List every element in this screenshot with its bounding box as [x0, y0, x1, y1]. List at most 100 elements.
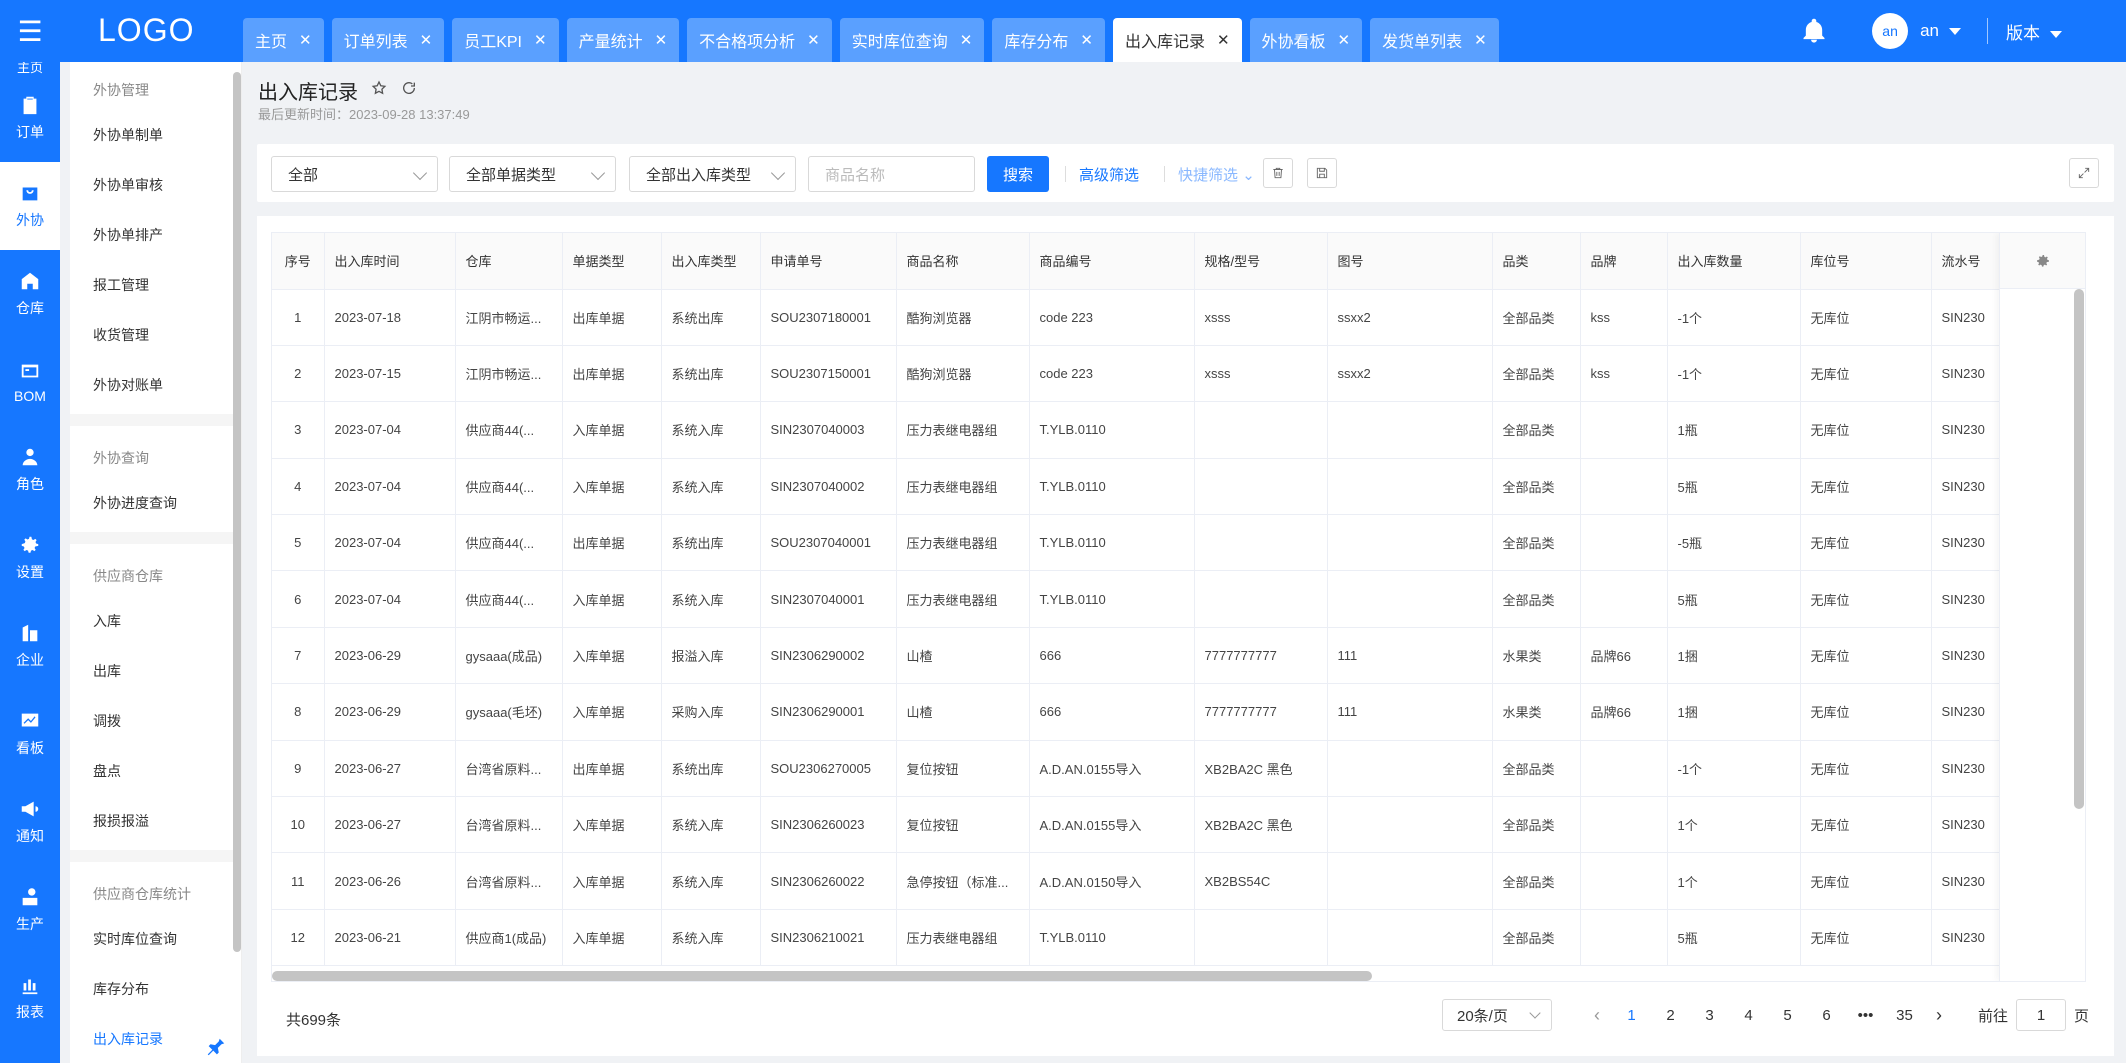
page-number[interactable]: 2: [1651, 1007, 1690, 1024]
close-icon[interactable]: ✕: [534, 31, 547, 49]
submenu-item[interactable]: 外协单审核: [70, 160, 241, 210]
submenu-scrollbar[interactable]: [233, 72, 241, 952]
submenu-item[interactable]: 外协对账单: [70, 360, 241, 410]
page-number[interactable]: 5: [1768, 1007, 1807, 1024]
column-header[interactable]: 品类: [1492, 233, 1581, 290]
column-header[interactable]: 出入库类型: [661, 233, 761, 290]
advanced-filter-link[interactable]: 高级筛选: [1079, 164, 1139, 185]
star-icon[interactable]: [371, 80, 387, 96]
table-row[interactable]: 1 2023-07-18 江阴市畅运... 出库单据 系统出库 SOU2307180001…: [272, 289, 2085, 346]
close-icon[interactable]: ✕: [1080, 31, 1093, 49]
tab[interactable]: 出入库记录 ✕: [1112, 18, 1242, 62]
version-menu[interactable]: 版本: [2006, 19, 2062, 44]
column-header[interactable]: 仓库: [455, 233, 563, 290]
column-header[interactable]: 出入库时间: [324, 233, 456, 290]
rail-item[interactable]: 外协: [0, 162, 60, 250]
tab[interactable]: 主页 ✕: [243, 18, 324, 62]
submenu-item[interactable]: 调拨: [70, 696, 241, 746]
column-header[interactable]: 单据类型: [562, 233, 662, 290]
table-row[interactable]: 8 2023-06-29 gysaaa(毛坯) 入库单据 采购入库 SIN23062900…: [272, 683, 2085, 741]
goto-page-input[interactable]: 1: [2016, 999, 2067, 1031]
quick-filter-link[interactable]: 快捷筛选 ⌄: [1178, 164, 1255, 185]
submenu-item[interactable]: 入库: [70, 596, 241, 646]
table-row[interactable]: 3 2023-07-04 供应商44(... 入库单据 系统入库 SIN230704000…: [272, 401, 2085, 459]
submenu-item[interactable]: 出库: [70, 646, 241, 696]
submenu-item[interactable]: 报工管理: [70, 260, 241, 310]
delete-filter-button[interactable]: [1263, 158, 1293, 188]
table-row[interactable]: 2 2023-07-15 江阴市畅运... 出库单据 系统出库 SOU2307150001…: [272, 345, 2085, 403]
submenu-item[interactable]: 外协进度查询: [70, 478, 241, 528]
submenu-item[interactable]: 库存分布: [70, 964, 241, 1014]
menu-toggle-icon[interactable]: ☰: [0, 0, 60, 62]
avatar[interactable]: an: [1872, 13, 1909, 49]
close-icon[interactable]: ✕: [1474, 31, 1487, 49]
page-number[interactable]: 6: [1807, 1007, 1846, 1024]
vertical-scrollbar[interactable]: [2074, 289, 2084, 809]
tab[interactable]: 产量统计 ✕: [566, 18, 680, 62]
tab[interactable]: 订单列表 ✕: [331, 18, 445, 62]
rail-item[interactable]: 仓库: [0, 250, 60, 338]
tab[interactable]: 员工KPI ✕: [452, 18, 559, 62]
product-name-input[interactable]: 商品名称: [808, 156, 975, 192]
next-page-button[interactable]: ›: [1924, 1005, 1954, 1026]
tab[interactable]: 实时库位查询 ✕: [839, 18, 985, 62]
column-header[interactable]: 出入库数量: [1667, 233, 1801, 290]
column-header[interactable]: 规格/型号: [1194, 233, 1328, 290]
close-icon[interactable]: ✕: [1217, 31, 1230, 49]
column-header[interactable]: 申请单号: [760, 233, 897, 290]
rail-item[interactable]: 订单: [0, 74, 60, 162]
table-row[interactable]: 7 2023-06-29 gysaaa(成品) 入库单据 报溢入库 SIN23062900…: [272, 627, 2085, 685]
close-icon[interactable]: ✕: [1338, 31, 1351, 49]
doc-type-select[interactable]: 全部单据类型: [449, 156, 616, 192]
rail-item[interactable]: 设置: [0, 514, 60, 602]
page-size-select[interactable]: 20条/页: [1442, 999, 1552, 1031]
user-menu[interactable]: an: [1920, 21, 1961, 41]
rail-item[interactable]: 通知: [0, 778, 60, 866]
io-type-select[interactable]: 全部出入库类型: [629, 156, 796, 192]
page-number[interactable]: 3: [1690, 1007, 1729, 1024]
close-icon[interactable]: ✕: [960, 31, 973, 49]
rail-item[interactable]: 企业: [0, 602, 60, 690]
submenu-item[interactable]: 收货管理: [70, 310, 241, 360]
tab[interactable]: 发货单列表 ✕: [1370, 18, 1499, 62]
column-settings-button[interactable]: [2000, 233, 2085, 289]
table-row[interactable]: 12 2023-06-21 供应商1(成品) 入库单据 系统入库 SIN230621002…: [272, 909, 2085, 967]
close-icon[interactable]: ✕: [299, 31, 312, 49]
page-ellipsis[interactable]: •••: [1846, 1007, 1885, 1024]
column-header[interactable]: 图号: [1327, 233, 1493, 290]
submenu-item[interactable]: 报损报溢: [70, 796, 241, 846]
tab[interactable]: 不合格项分析 ✕: [687, 18, 832, 62]
rail-item[interactable]: 报表: [0, 954, 60, 1042]
prev-page-button[interactable]: ‹: [1582, 1005, 1612, 1026]
page-last[interactable]: 35: [1885, 1007, 1924, 1024]
scope-select[interactable]: 全部: [271, 156, 438, 192]
tab[interactable]: 外协看板 ✕: [1249, 18, 1363, 62]
close-icon[interactable]: ✕: [807, 31, 820, 49]
column-header[interactable]: 库位号: [1800, 233, 1932, 290]
submenu-item[interactable]: 盘点: [70, 746, 241, 796]
page-number[interactable]: 1: [1612, 1007, 1651, 1024]
close-icon[interactable]: ✕: [655, 31, 668, 49]
submenu-item[interactable]: 外协单制单: [70, 110, 241, 160]
table-row[interactable]: 10 2023-06-27 台湾省原料... 入库单据 系统入库 SIN230626002…: [272, 796, 2085, 854]
submenu-item[interactable]: 外协单排产: [70, 210, 241, 260]
rail-item[interactable]: 主页: [0, 62, 60, 74]
fullscreen-button[interactable]: [2069, 158, 2099, 188]
horizontal-scrollbar[interactable]: [272, 971, 1372, 981]
column-header[interactable]: 序号: [272, 233, 325, 290]
pin-icon[interactable]: [205, 1036, 227, 1058]
save-filter-button[interactable]: [1307, 158, 1337, 188]
column-header[interactable]: 商品名称: [896, 233, 1030, 290]
rail-item[interactable]: BOM: [0, 338, 60, 426]
table-row[interactable]: 11 2023-06-26 台湾省原料... 入库单据 系统入库 SIN230626002…: [272, 852, 2085, 910]
column-header[interactable]: 商品编号: [1029, 233, 1195, 290]
close-icon[interactable]: ✕: [420, 31, 433, 49]
table-row[interactable]: 5 2023-07-04 供应商44(... 出库单据 系统出库 SOU230704000…: [272, 514, 2085, 572]
tab[interactable]: 库存分布 ✕: [992, 18, 1105, 62]
page-number[interactable]: 4: [1729, 1007, 1768, 1024]
refresh-icon[interactable]: [401, 80, 417, 96]
column-header[interactable]: 品牌: [1580, 233, 1668, 290]
bell-icon[interactable]: [1800, 17, 1828, 45]
table-row[interactable]: 4 2023-07-04 供应商44(... 入库单据 系统入库 SIN230704000…: [272, 458, 2085, 516]
submenu-item[interactable]: 实时库位查询: [70, 914, 241, 964]
